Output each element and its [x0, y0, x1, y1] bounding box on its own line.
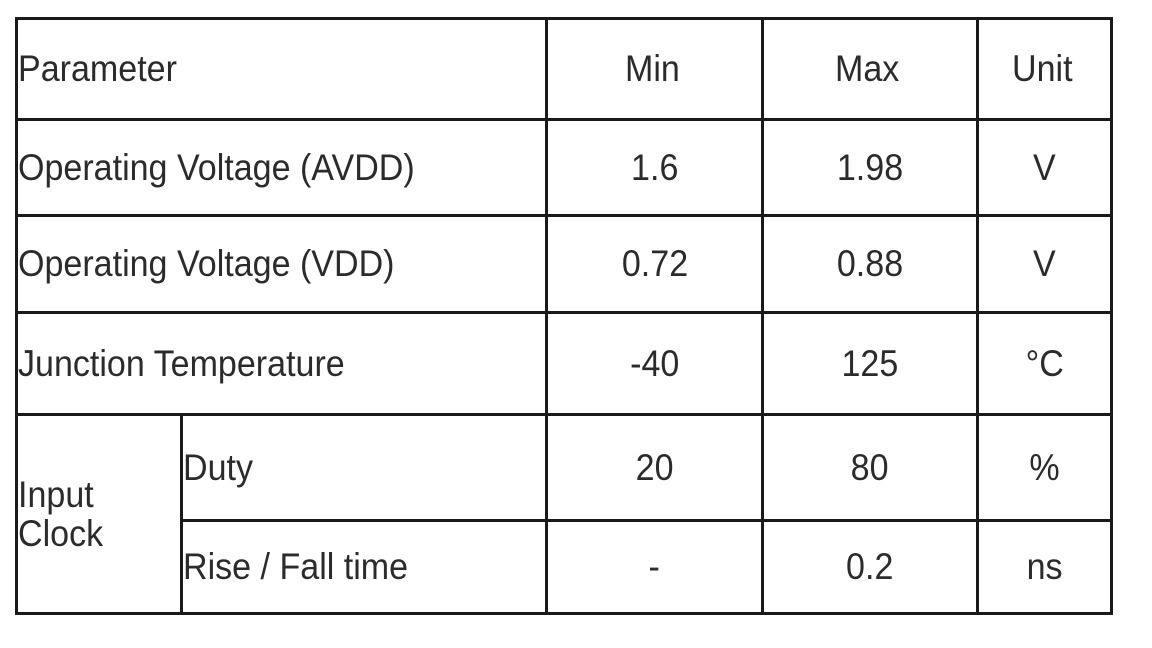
table-row: Junction Temperature -40 125 °C: [14, 311, 1114, 416]
column-header-min: Min: [545, 17, 765, 121]
cell-parameter: Operating Voltage (VDD): [14, 214, 549, 314]
cell-min: 20: [545, 413, 765, 522]
cell-parameter-group: Input Clock: [15, 413, 183, 615]
cell-min: 0.72: [545, 214, 765, 314]
cell-parameter-text: Operating Voltage (AVDD): [18, 146, 415, 188]
cell-unit: V: [976, 118, 1114, 217]
column-header-max-label: Max: [835, 48, 900, 90]
cell-max-text: 0.2: [846, 546, 894, 588]
table-row: Operating Voltage (AVDD) 1.6 1.98 V: [14, 118, 1114, 217]
cell-max-text: 0.88: [836, 243, 904, 285]
column-header-parameter-label: Parameter: [18, 48, 177, 90]
cell-unit-text: %: [1029, 446, 1060, 488]
cell-parameter-text: Rise / Fall time: [183, 546, 409, 588]
cell-max: 1.98: [761, 118, 980, 217]
cell-min-text: 20: [635, 446, 674, 488]
column-header-max: Max: [761, 17, 980, 121]
column-header-min-label: Min: [624, 48, 680, 90]
cell-unit-text: °C: [1025, 342, 1064, 384]
cell-min: -: [545, 519, 765, 615]
cell-min-text: 0.72: [621, 243, 688, 285]
cell-unit-text: V: [1033, 243, 1056, 285]
table-header-row: Parameter Min Max Unit: [14, 17, 1114, 121]
cell-parameter: Operating Voltage (AVDD): [14, 118, 549, 217]
cell-unit: V: [976, 214, 1114, 314]
column-header-unit: Unit: [976, 17, 1114, 121]
cell-min-text: 1.6: [630, 146, 679, 188]
cell-min-text: -40: [629, 342, 680, 384]
electrical-specifications-table: Parameter Min Max Unit Operating Voltage…: [14, 17, 1114, 615]
cell-parameter: Junction Temperature: [14, 311, 549, 416]
table-row: Operating Voltage (VDD) 0.72 0.88 V: [14, 214, 1114, 314]
column-header-parameter: Parameter: [14, 17, 549, 121]
cell-parameter-text: Duty: [183, 446, 253, 488]
cell-parameter-group-text: Input Clock: [18, 473, 104, 554]
table-row: Rise / Fall time - 0.2 ns: [17, 519, 1114, 615]
cell-max-text: 125: [841, 342, 899, 384]
cell-max: 0.88: [761, 214, 980, 314]
cell-parameter-text: Operating Voltage (VDD): [18, 243, 395, 285]
cell-min: -40: [545, 311, 765, 416]
cell-max: 0.2: [761, 519, 980, 615]
column-header-unit-label: Unit: [1011, 48, 1073, 90]
cell-max: 125: [761, 311, 980, 416]
cell-parameter: Duty: [179, 413, 549, 522]
cell-unit-text: ns: [1026, 546, 1063, 588]
cell-max-text: 1.98: [836, 146, 904, 188]
cell-unit: °C: [976, 311, 1114, 416]
cell-min-text: -: [648, 546, 661, 588]
cell-max-text: 80: [851, 446, 889, 488]
cell-unit-text: V: [1033, 146, 1056, 188]
cell-unit: ns: [976, 519, 1114, 615]
table-row: Input Clock Duty 20 80 %: [15, 413, 1114, 615]
cell-parameter: Rise / Fall time: [179, 519, 549, 615]
cell-unit: %: [976, 413, 1114, 522]
cell-max: 80: [761, 413, 980, 522]
cell-parameter-text: Junction Temperature: [18, 342, 345, 384]
cell-min: 1.6: [545, 118, 765, 217]
